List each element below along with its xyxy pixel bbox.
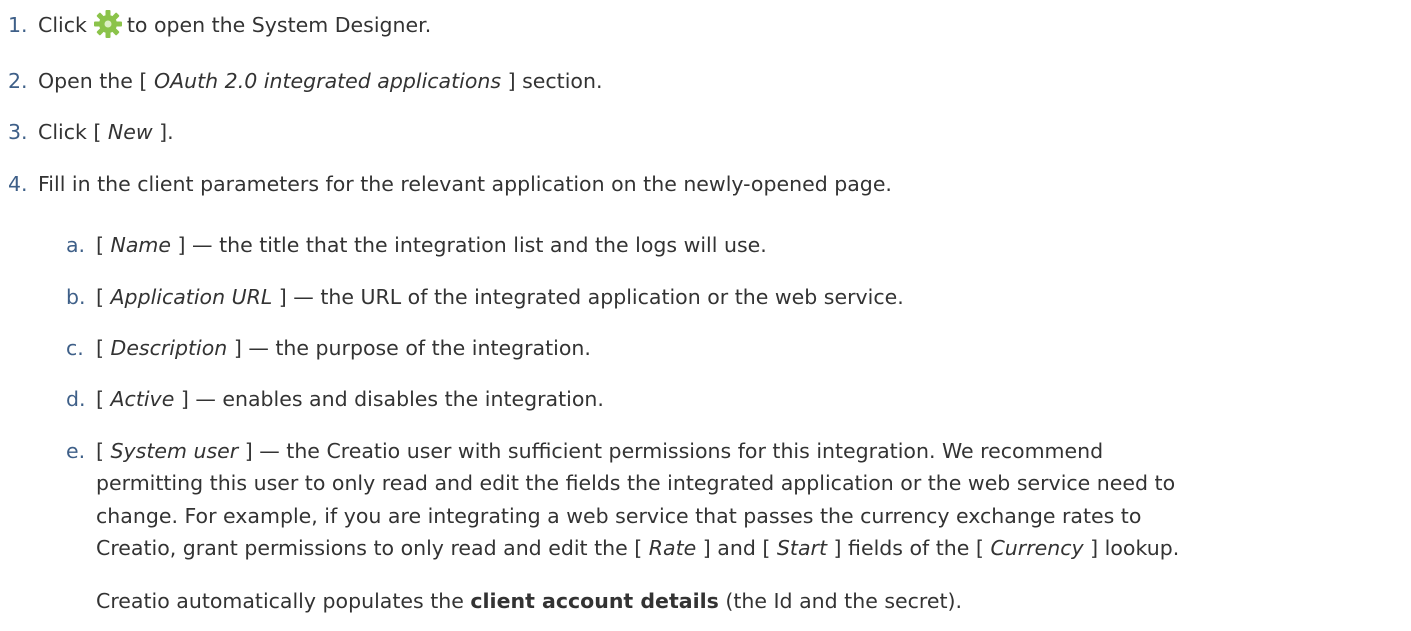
substep-text: ] lookup. [1090,536,1180,560]
step-number: 3. [8,120,28,144]
substep-letter: a. [66,233,86,257]
substep-letter: c. [66,336,84,360]
substep-text: ] — the Creatio user with sufficient per… [244,439,1104,463]
note-text: (the Id and the secret). [725,589,963,613]
gear-icon[interactable] [93,9,123,39]
substep-e: e. [ System user ] — the Creatio user wit… [66,436,1103,466]
step-number: 1. [8,13,28,37]
substep-text: ] — enables and disables the integration… [180,387,604,411]
ui-element-name: New [107,120,153,144]
step-text: Fill in the client parameters for the re… [38,172,892,196]
step-text: Click [ [38,120,102,144]
step-text: ]. [159,120,174,144]
substep-letter: e. [66,439,86,463]
substep-letter: b. [66,285,86,309]
step-text: Click [38,13,87,37]
substep-text: Creatio, grant permissions to only read … [96,536,643,560]
substep-text: [ [96,439,104,463]
step-text: ] section. [507,69,603,93]
bold-term: client account details [470,589,719,613]
ui-element-name: OAuth 2.0 integrated applications [153,69,502,93]
step-number: 4. [8,172,28,196]
field-name: Description [110,336,228,360]
step-4: 4. Fill in the client parameters for the … [8,169,892,199]
lookup-name: Currency [990,536,1084,560]
substep-text: ] — the purpose of the integration. [233,336,591,360]
substep-e-line-4: Creatio, grant permissions to only read … [96,533,1179,563]
step-3: 3. Click [ New ]. [8,117,174,147]
step-2: 2. Open the [ OAuth 2.0 integrated applic… [8,66,602,96]
substep-text: ] — the title that the integration list … [177,233,767,257]
step-number: 2. [8,69,28,93]
substep-b: b. [ Application URL ] — the URL of the i… [66,282,904,312]
substep-e-line-3: change. For example, if you are integrat… [96,501,1141,531]
substep-text: [ [96,336,104,360]
instructions-page: 1. Click to open the System Designer. 2. O… [0,0,1411,631]
step-1: 1. Click to open the System Designer. [8,9,431,40]
field-name: Application URL [110,285,273,309]
substep-text: [ [96,285,104,309]
substep-text: permitting this user to only read and ed… [96,471,1176,495]
substep-c: c. [ Description ] — the purpose of the i… [66,333,591,363]
substep-text: ] fields of the [ [833,536,984,560]
substep-d: d. [ Active ] — enables and disables the … [66,384,604,414]
note-paragraph: Creatio automatically populates the clie… [96,586,962,616]
substep-text: [ [96,387,104,411]
step-text: to open the System Designer. [126,13,432,37]
substep-text: change. For example, if you are integrat… [96,504,1142,528]
field-name: Start [776,536,828,560]
field-name: Name [110,233,172,257]
substep-e-line-2: permitting this user to only read and ed… [96,468,1175,498]
field-name: System user [110,439,239,463]
substep-letter: d. [66,387,86,411]
substep-text: [ [96,233,104,257]
substep-text: ] and [ [702,536,771,560]
substep-a: a. [ Name ] — the title that the integrat… [66,230,767,260]
step-text: Open the [ [38,69,148,93]
substep-text: ] — the URL of the integrated applicatio… [278,285,904,309]
field-name: Rate [648,536,697,560]
note-text: Creatio automatically populates the [96,589,464,613]
field-name: Active [110,387,175,411]
